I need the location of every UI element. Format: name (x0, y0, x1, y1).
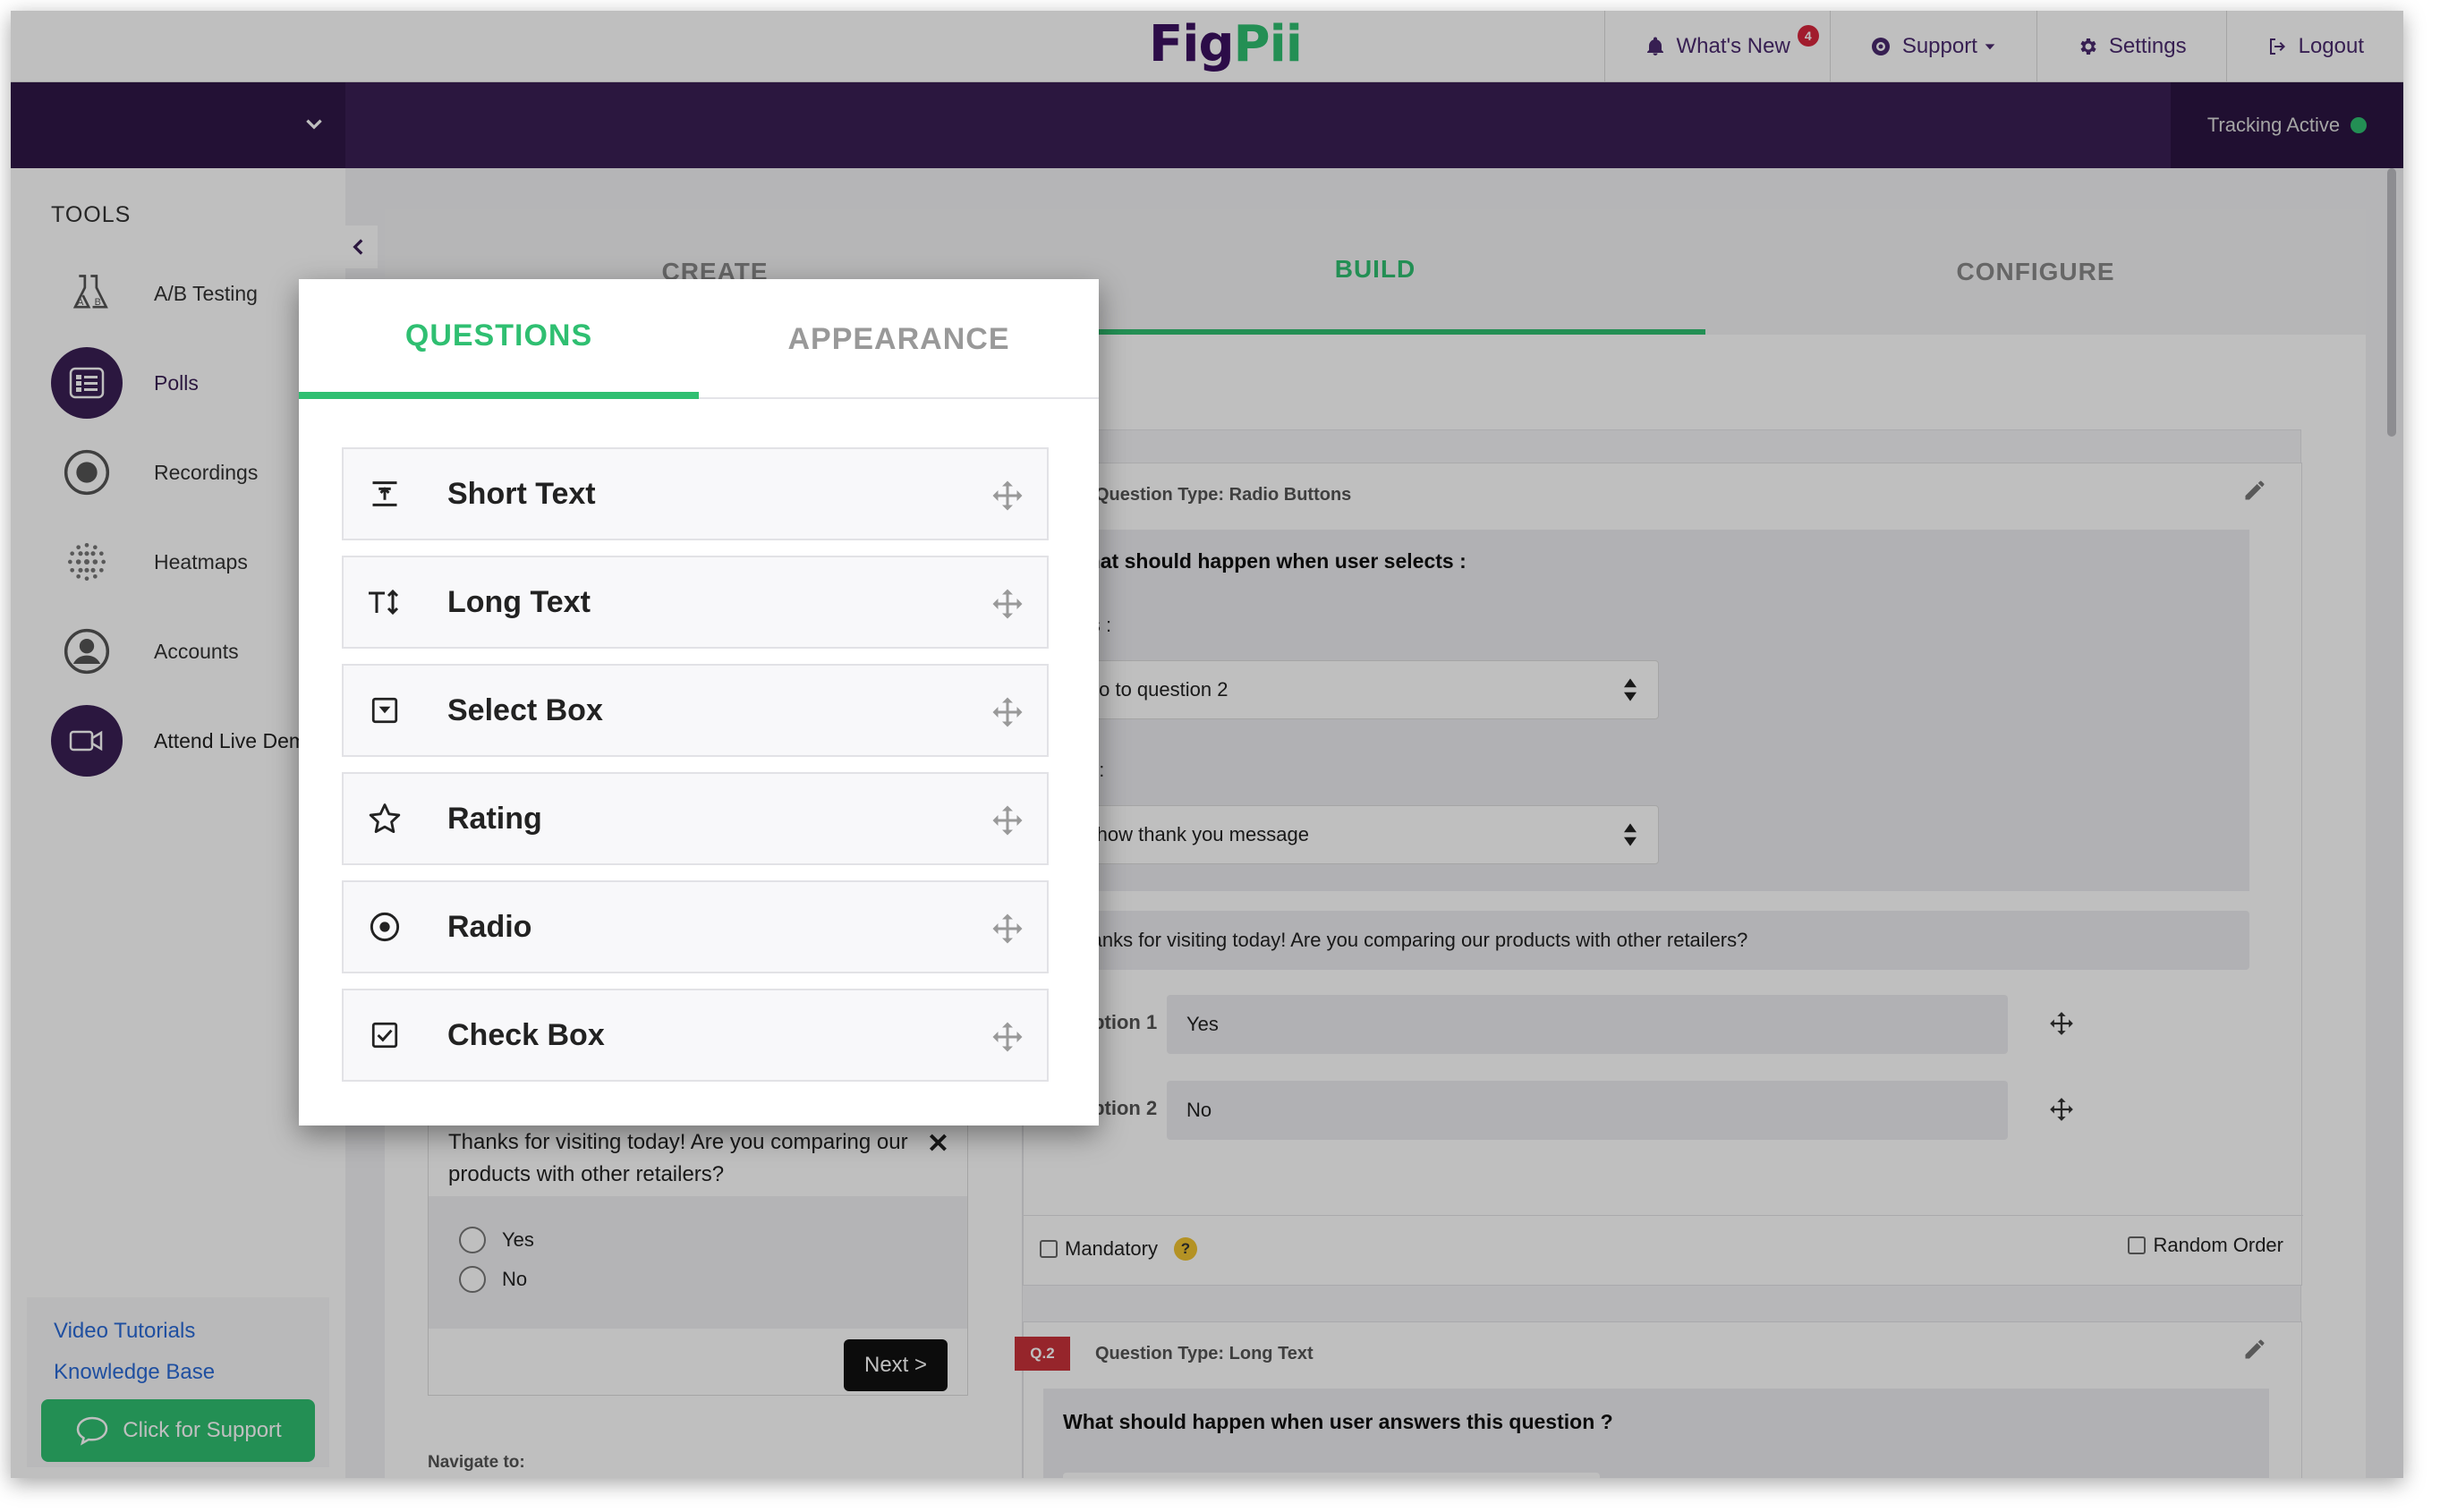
question-type-check-box[interactable]: Check Box (342, 989, 1049, 1082)
radio-icon (367, 909, 403, 945)
question-type-rating[interactable]: Rating (342, 772, 1049, 865)
checkbox-icon (367, 1017, 403, 1053)
question-type-label: Radio (447, 909, 532, 944)
tab-appearance[interactable]: APPEARANCE (699, 279, 1099, 399)
drag-move-icon[interactable] (991, 804, 1024, 837)
question-types-popup: QUESTIONS APPEARANCE Short Text Long Tex… (299, 279, 1099, 1126)
drag-move-icon[interactable] (991, 588, 1024, 620)
question-type-short-text[interactable]: Short Text (342, 447, 1049, 540)
question-type-label: Long Text (447, 584, 591, 619)
star-icon (367, 801, 403, 837)
question-type-label: Select Box (447, 692, 603, 727)
drag-move-icon[interactable] (991, 480, 1024, 512)
drag-move-icon[interactable] (991, 696, 1024, 728)
question-type-label: Rating (447, 801, 542, 836)
short-text-icon (367, 476, 403, 512)
question-type-select-box[interactable]: Select Box (342, 664, 1049, 757)
app-window: FigPii What's New 4 Support Settings Log… (11, 11, 2403, 1478)
question-type-long-text[interactable]: Long Text (342, 556, 1049, 649)
drag-move-icon[interactable] (991, 1021, 1024, 1053)
question-type-label: Short Text (447, 476, 596, 511)
drag-move-icon[interactable] (991, 913, 1024, 945)
question-type-label: Check Box (447, 1017, 605, 1052)
tab-questions[interactable]: QUESTIONS (299, 279, 699, 399)
popup-tabs: QUESTIONS APPEARANCE (299, 279, 1099, 399)
long-text-icon (367, 584, 403, 620)
select-box-icon (367, 692, 403, 728)
question-type-radio[interactable]: Radio (342, 880, 1049, 973)
